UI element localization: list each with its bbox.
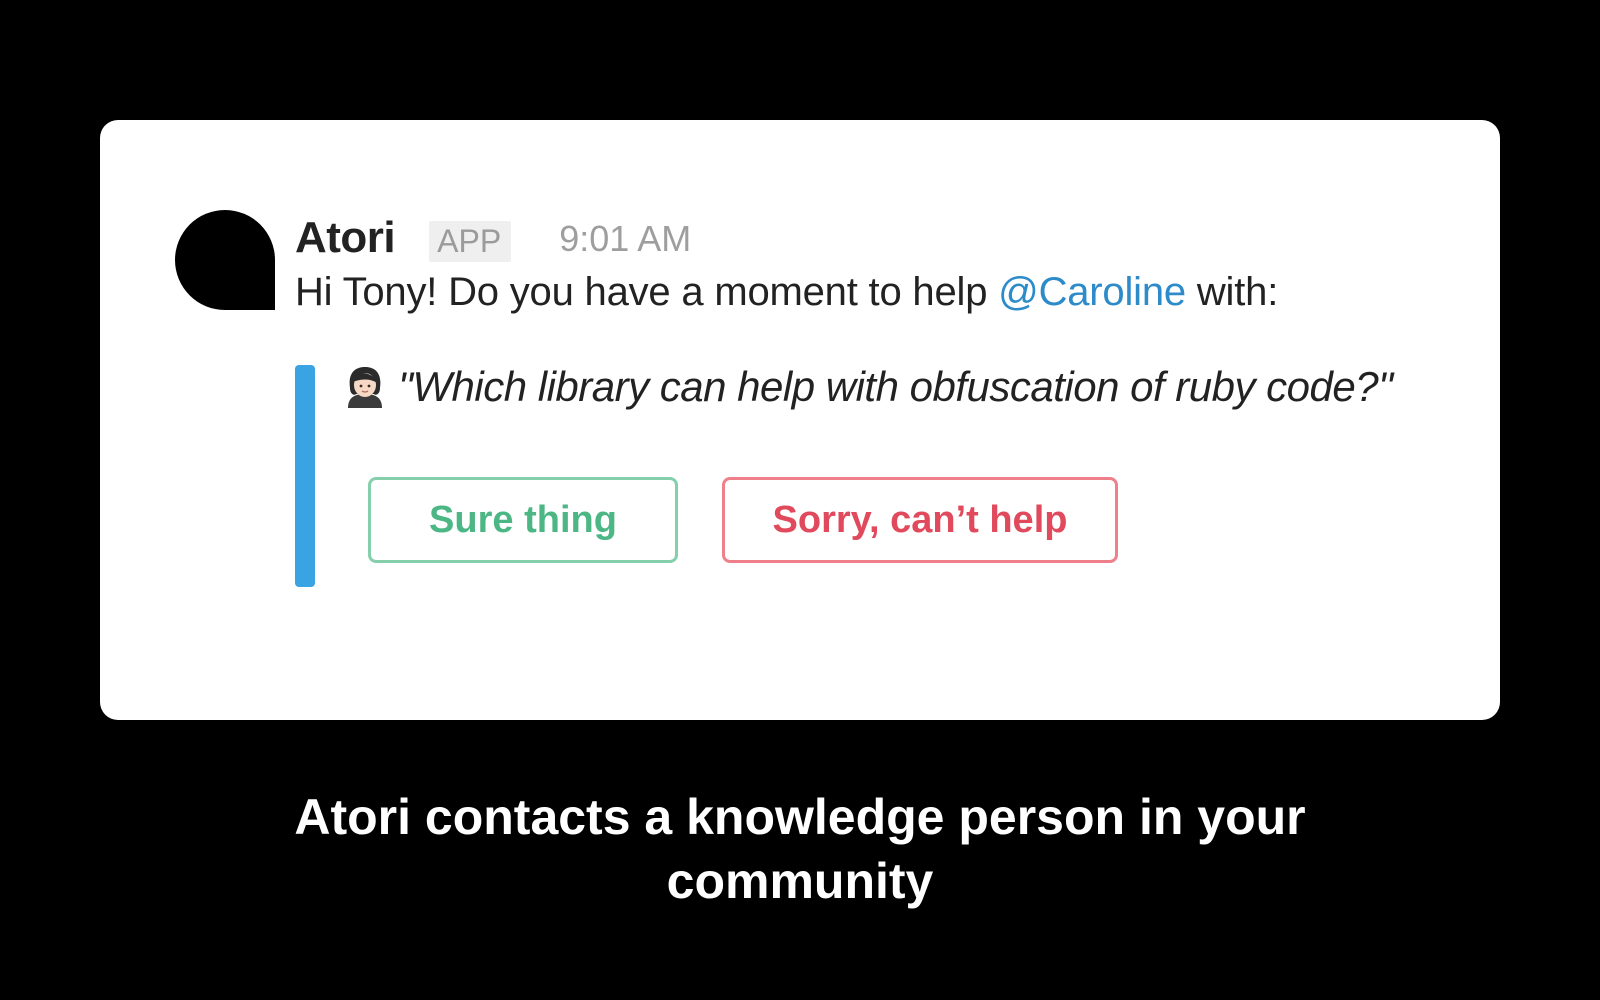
sure-thing-button[interactable]: Sure thing [368, 477, 678, 563]
person-icon [348, 367, 382, 408]
cant-help-button[interactable]: Sorry, can’t help [722, 477, 1118, 563]
message-text-start: Hi Tony! Do you have a moment to help [295, 270, 999, 314]
attachment-accent-bar [295, 365, 315, 587]
message-timestamp[interactable]: 9:01 AM [559, 218, 691, 260]
message-text-end: with: [1185, 270, 1279, 314]
bot-avatar[interactable] [175, 210, 275, 310]
caption-line-2: community [666, 853, 934, 909]
message-card: Atori APP 9:01 AM Hi Tony! Do you have a… [100, 120, 1500, 720]
caption: Atori contacts a knowledge person in you… [0, 785, 1600, 913]
user-mention[interactable]: @Caroline [998, 270, 1186, 314]
caption-line-1: Atori contacts a knowledge person in you… [294, 789, 1306, 845]
message-text: Hi Tony! Do you have a moment to help @C… [295, 270, 1278, 315]
sender-name[interactable]: Atori [295, 213, 396, 263]
message-header: Atori APP 9:01 AM [295, 208, 691, 268]
question-quote: "Which library can help with obfuscation… [342, 363, 1393, 411]
question-text: "Which library can help with obfuscation… [398, 363, 1393, 410]
app-badge: APP [429, 220, 512, 262]
